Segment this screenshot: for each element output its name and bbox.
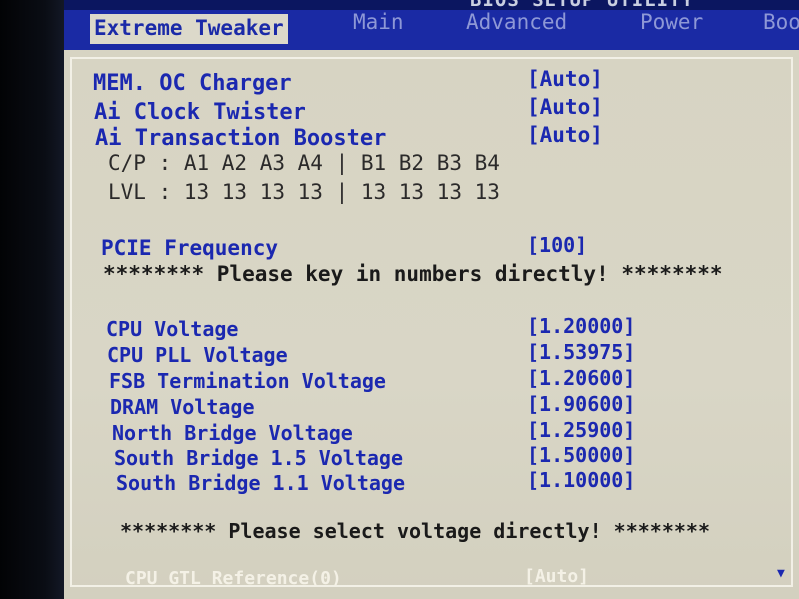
setting-value: [1.20600] xyxy=(527,366,636,390)
notice-voltage: ******** Please select voltage directly!… xyxy=(120,519,711,543)
setting-value: [100] xyxy=(527,233,588,257)
setting-label: DRAM Voltage xyxy=(110,395,255,419)
scroll-down-icon[interactable]: ▼ xyxy=(777,566,785,581)
setting-label: North Bridge Voltage xyxy=(112,421,353,445)
setting-label: South Bridge 1.1 Voltage xyxy=(116,471,405,495)
setting-label: South Bridge 1.5 Voltage xyxy=(114,446,403,470)
tab-boot[interactable]: Boo xyxy=(763,10,799,34)
setting-value: [Auto] xyxy=(524,566,590,587)
setting-value: [1.90600] xyxy=(527,392,636,416)
notice-numbers: ******** Please key in numbers directly!… xyxy=(103,262,723,286)
timing-lvl-line: LVL : 13 13 13 13 | 13 13 13 13 xyxy=(108,180,500,204)
setting-value: [1.53975] xyxy=(527,340,636,364)
setting-label: FSB Termination Voltage xyxy=(109,369,386,393)
setting-value: [1.25900] xyxy=(527,418,636,442)
tab-power[interactable]: Power xyxy=(640,10,703,34)
timing-cp-line: C/P : A1 A2 A3 A4 | B1 B2 B3 B4 xyxy=(108,151,500,175)
setting-label: PCIE Frequency xyxy=(101,236,279,260)
setting-label: MEM. OC Charger xyxy=(93,71,292,96)
monitor-bezel xyxy=(0,0,64,599)
setting-label: CPU Voltage xyxy=(106,317,239,341)
tab-main[interactable]: Main xyxy=(353,10,404,34)
setting-value: [Auto] xyxy=(527,67,603,91)
setting-value: [1.10000] xyxy=(527,468,636,492)
setting-value: [1.50000] xyxy=(527,443,636,467)
tab-extreme-tweaker[interactable]: Extreme Tweaker xyxy=(90,14,288,44)
setting-value: [Auto] xyxy=(527,95,603,119)
setting-label: Ai Clock Twister xyxy=(94,100,306,125)
bios-screen: BIOS SETUP UTILITY Extreme Tweaker Main … xyxy=(0,0,799,599)
setting-label: CPU GTL Reference(0) xyxy=(125,568,342,589)
setting-label: Ai Transaction Booster xyxy=(95,126,387,151)
setting-label: CPU PLL Voltage xyxy=(107,343,288,367)
tab-advanced[interactable]: Advanced xyxy=(466,10,567,34)
setting-value: [Auto] xyxy=(527,123,603,147)
setting-value: [1.20000] xyxy=(527,314,636,338)
